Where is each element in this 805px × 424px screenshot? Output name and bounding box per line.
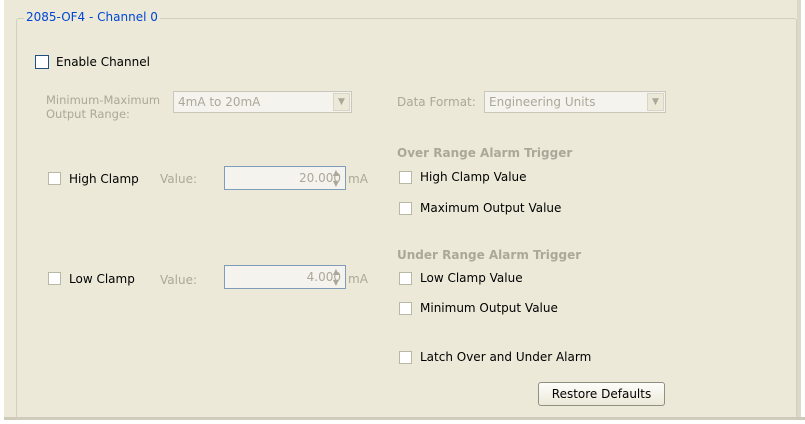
panel-edge [797, 0, 801, 420]
spin-down-icon[interactable]: ▼ [329, 178, 343, 189]
low-clamp-value-checkbox[interactable] [399, 272, 412, 285]
data-format-value: Engineering Units [489, 95, 596, 109]
high-clamp-unit: mA [348, 172, 368, 186]
spin-up-icon[interactable]: ▲ [329, 266, 343, 277]
high-clamp-label[interactable]: High Clamp [69, 172, 139, 186]
spin-up-icon[interactable]: ▲ [329, 167, 343, 178]
restore-defaults-button[interactable]: Restore Defaults [538, 382, 665, 406]
enable-channel-checkbox[interactable] [35, 55, 49, 69]
output-range-label-line2: Output Range: [46, 107, 130, 121]
high-clamp-value-label: Value: [160, 172, 197, 186]
channel-config-panel: 2085-OF4 - Channel 0 Enable Channel Mini… [4, 0, 805, 420]
low-clamp-value-option-label[interactable]: Low Clamp Value [420, 271, 523, 285]
high-clamp-value-checkbox[interactable] [399, 171, 412, 184]
chevron-down-icon[interactable]: ▼ [647, 93, 664, 111]
enable-channel-label[interactable]: Enable Channel [56, 55, 150, 69]
latch-alarm-checkbox[interactable] [399, 351, 412, 364]
chevron-down-icon[interactable]: ▼ [333, 93, 350, 111]
low-clamp-value-label: Value: [160, 273, 197, 287]
data-format-select[interactable]: Engineering Units ▼ [484, 91, 666, 113]
latch-alarm-label[interactable]: Latch Over and Under Alarm [420, 350, 591, 364]
high-clamp-value-input[interactable]: 20.000 [224, 166, 346, 190]
low-clamp-label[interactable]: Low Clamp [69, 272, 135, 286]
spin-down-icon[interactable]: ▼ [329, 277, 343, 288]
group-title: 2085-OF4 - Channel 0 [24, 10, 160, 24]
maximum-output-value-label[interactable]: Maximum Output Value [420, 201, 561, 215]
minimum-output-value-label[interactable]: Minimum Output Value [420, 301, 558, 315]
under-range-header: Under Range Alarm Trigger [397, 248, 582, 262]
high-clamp-checkbox[interactable] [48, 172, 61, 185]
maximum-output-value-checkbox[interactable] [399, 202, 412, 215]
low-clamp-spinner[interactable]: ▲ ▼ [329, 266, 343, 288]
over-range-header: Over Range Alarm Trigger [397, 146, 573, 160]
data-format-label: Data Format: [397, 95, 476, 109]
minimum-output-value-checkbox[interactable] [399, 302, 412, 315]
high-clamp-value-option-label[interactable]: High Clamp Value [420, 170, 527, 184]
output-range-value: 4mA to 20mA [178, 95, 261, 109]
output-range-label-line1: Minimum-Maximum [46, 93, 161, 107]
low-clamp-checkbox[interactable] [48, 272, 61, 285]
low-clamp-unit: mA [348, 272, 368, 286]
high-clamp-spinner[interactable]: ▲ ▼ [329, 167, 343, 189]
low-clamp-value-input[interactable]: 4.000 [224, 265, 346, 289]
output-range-select[interactable]: 4mA to 20mA ▼ [173, 91, 352, 113]
